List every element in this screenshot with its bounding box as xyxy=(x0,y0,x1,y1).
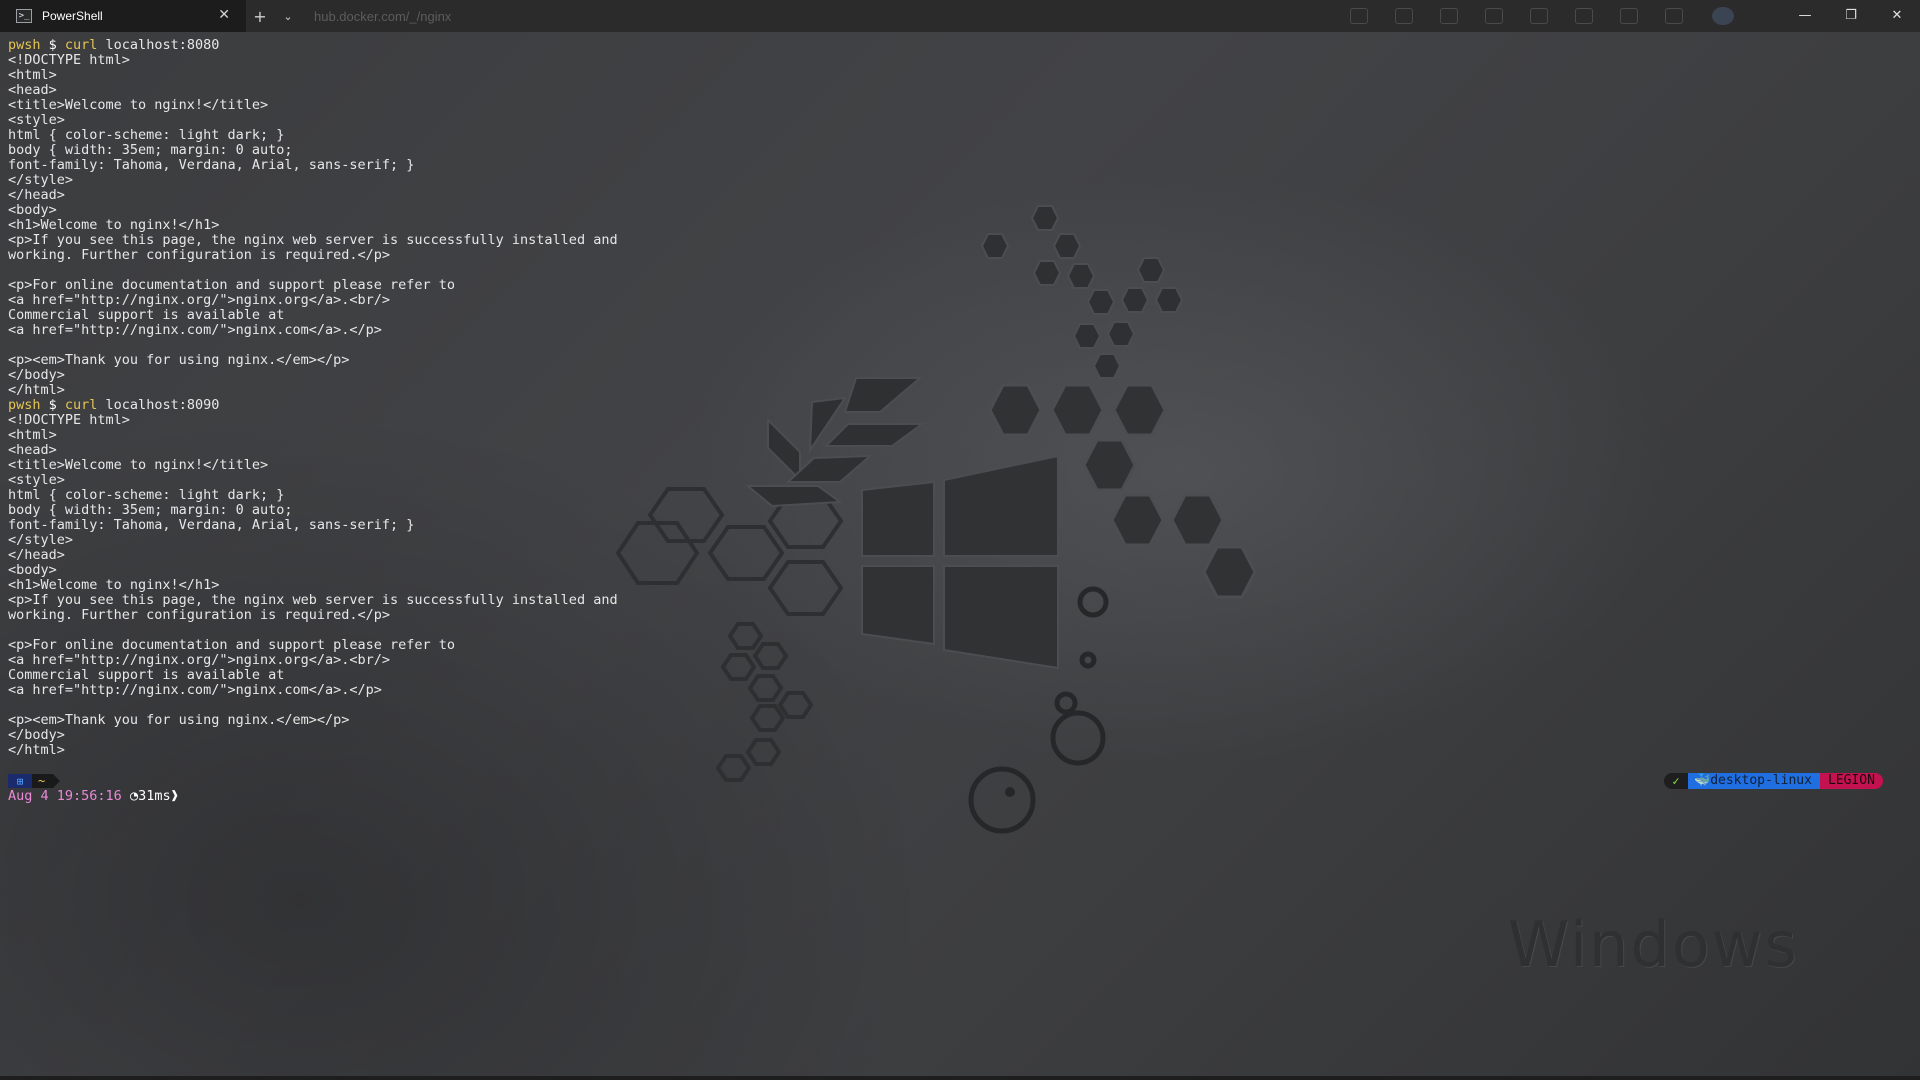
windows-icon: ⊞ xyxy=(8,774,32,788)
output-line: <body> xyxy=(8,562,57,578)
prompt-datetime: Aug 4 19:56:16 xyxy=(8,788,122,804)
output-line: <h1>Welcome to nginx!</h1> xyxy=(8,217,220,233)
tab-powershell[interactable]: >_ PowerShell ✕ xyxy=(0,0,246,32)
tab-title: PowerShell xyxy=(42,9,103,23)
output-line: </html> xyxy=(8,382,65,398)
output-line: working. Further configuration is requir… xyxy=(8,247,391,263)
output-line: <a href="http://nginx.com/">nginx.com</a… xyxy=(8,322,382,338)
output-line: <p>If you see this page, the nginx web s… xyxy=(8,592,618,608)
prompt-symbol: $ xyxy=(40,37,65,53)
output-line: Commercial support is available at xyxy=(8,667,285,683)
powerline-prompt: ⊞ ~ xyxy=(8,774,61,788)
output-line: </body> xyxy=(8,367,65,383)
background-browser-url: hub.docker.com/_/nginx xyxy=(314,8,452,24)
output-line: <html> xyxy=(8,427,57,443)
output-line: Commercial support is available at xyxy=(8,307,285,323)
prompt-time-row: Aug 4 19:56:16 ◔31ms❱ xyxy=(8,789,179,804)
output-line: <!DOCTYPE html> xyxy=(8,412,130,428)
split-screen-icon xyxy=(1485,8,1503,24)
right-prompt: ✓ 🐳desktop-linux LEGION xyxy=(1664,773,1883,789)
output-line: <head> xyxy=(8,82,57,98)
command-args: localhost:8080 xyxy=(97,37,220,53)
output-line: <a href="http://nginx.com/">nginx.com</a… xyxy=(8,682,382,698)
prompt-chevron-icon: ❱ xyxy=(170,788,179,804)
powerline-arrow xyxy=(53,774,61,788)
tab-close-icon[interactable]: ✕ xyxy=(218,7,230,23)
output-line: <a href="http://nginx.org/">nginx.org</a… xyxy=(8,292,391,308)
output-line: <html> xyxy=(8,67,57,83)
output-line: <style> xyxy=(8,112,65,128)
terminal-output[interactable]: pwsh $ curl localhost:8080 <!DOCTYPE html… xyxy=(8,38,908,758)
output-line: <h1>Welcome to nginx!</h1> xyxy=(8,577,220,593)
output-line: <a href="http://nginx.org/">nginx.org</a… xyxy=(8,652,391,668)
favorite-icon xyxy=(1395,8,1413,24)
close-window-button[interactable]: ✕ xyxy=(1874,0,1920,32)
minimize-button[interactable]: — xyxy=(1782,0,1828,32)
output-line: font-family: Tahoma, Verdana, Arial, san… xyxy=(8,157,415,173)
copilot-icon xyxy=(1712,7,1734,25)
command-name: curl xyxy=(64,397,98,413)
output-line: <p><em>Thank you for using nginx.</em></… xyxy=(8,352,350,368)
output-line: html { color-scheme: light dark; } xyxy=(8,487,285,503)
docker-icon: 🐳 xyxy=(1694,773,1711,788)
prompt-path: ~ xyxy=(32,774,54,788)
output-line: </head> xyxy=(8,547,65,563)
output-line: <p><em>Thank you for using nginx.</em></… xyxy=(8,712,350,728)
share-icon xyxy=(1620,8,1638,24)
command-name: curl xyxy=(64,37,98,53)
new-tab-button[interactable]: + xyxy=(246,7,274,26)
windows-watermark: Windows xyxy=(1508,908,1799,981)
output-line: <p>For online documentation and support … xyxy=(8,637,456,653)
collections-icon xyxy=(1575,8,1593,24)
output-line: body { width: 35em; margin: 0 auto; xyxy=(8,142,293,158)
output-line: </html> xyxy=(8,742,65,758)
output-line: <p>For online documentation and support … xyxy=(8,277,456,293)
more-icon xyxy=(1665,8,1683,24)
prompt-line: pwsh $ curl localhost:8090 xyxy=(8,398,908,413)
prompt-symbol: $ xyxy=(40,397,65,413)
host-segment: LEGION xyxy=(1819,773,1883,789)
command-args: localhost:8090 xyxy=(97,397,220,413)
prompt-line: pwsh $ curl localhost:8080 xyxy=(8,38,908,53)
prompt-user: pwsh xyxy=(8,37,41,53)
output-line: </head> xyxy=(8,187,65,203)
output-line: <style> xyxy=(8,472,65,488)
downloads-icon xyxy=(1530,8,1548,24)
status-ok-icon: ✓ xyxy=(1664,773,1688,789)
exec-time: 31ms xyxy=(138,788,171,804)
maximize-button[interactable]: ❐ xyxy=(1828,0,1874,32)
output-line: <body> xyxy=(8,202,57,218)
docker-context-segment: 🐳desktop-linux xyxy=(1688,773,1820,789)
output-line: html { color-scheme: light dark; } xyxy=(8,127,285,143)
output-line: working. Further configuration is requir… xyxy=(8,607,391,623)
tab-dropdown-icon[interactable]: ⌄ xyxy=(274,10,302,23)
output-line: font-family: Tahoma, Verdana, Arial, san… xyxy=(8,517,415,533)
output-line: <title>Welcome to nginx!</title> xyxy=(8,97,269,113)
window-controls: — ❐ ✕ xyxy=(1782,0,1920,32)
extensions-icon xyxy=(1440,8,1458,24)
background-browser-toolbar xyxy=(1350,8,1683,24)
output-line: <!DOCTYPE html> xyxy=(8,52,130,68)
taskbar-edge xyxy=(0,1076,1920,1080)
output-line: </body> xyxy=(8,727,65,743)
output-line: body { width: 35em; margin: 0 auto; xyxy=(8,502,293,518)
docker-context-label: desktop-linux xyxy=(1710,773,1812,788)
output-line: <title>Welcome to nginx!</title> xyxy=(8,457,269,473)
title-bar: >_ PowerShell ✕ + ⌄ hub.docker.com/_/ngi… xyxy=(0,0,1920,32)
powershell-icon: >_ xyxy=(16,9,32,23)
stopwatch-icon: ◔ xyxy=(129,788,139,804)
prompt-user: pwsh xyxy=(8,397,41,413)
output-line: <p>If you see this page, the nginx web s… xyxy=(8,232,618,248)
output-line: <head> xyxy=(8,442,57,458)
read-aloud-icon xyxy=(1350,8,1368,24)
output-line: </style> xyxy=(8,532,74,548)
output-line: </style> xyxy=(8,172,74,188)
